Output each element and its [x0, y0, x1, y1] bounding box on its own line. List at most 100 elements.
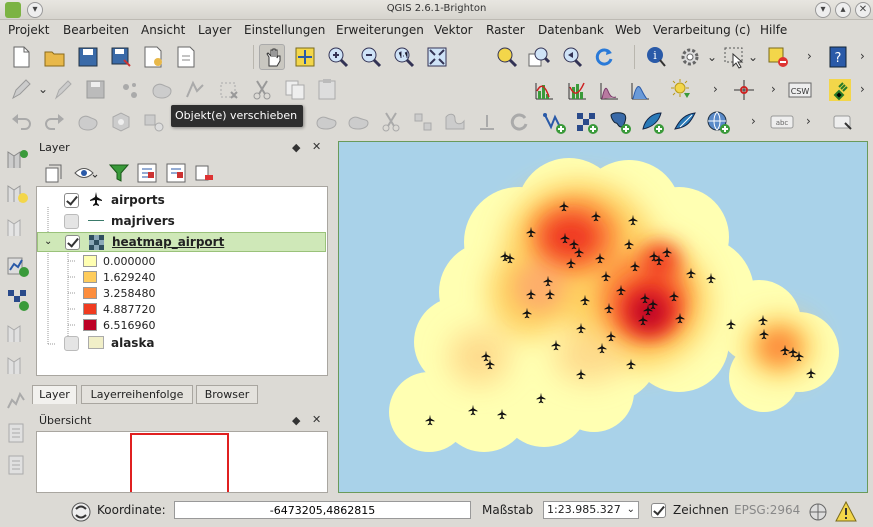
- add-wms-layer-icon[interactable]: [705, 109, 731, 135]
- add-spatialite-icon[interactable]: [4, 320, 30, 346]
- offset-curve-icon[interactable]: [346, 109, 372, 135]
- label-tool-icon[interactable]: abc: [769, 109, 795, 135]
- add-raster-icon[interactable]: [4, 180, 30, 206]
- rotate-point-icon[interactable]: [506, 109, 532, 135]
- undo-icon[interactable]: [8, 109, 34, 135]
- collapse-all-icon[interactable]: [163, 160, 186, 183]
- save-as-icon[interactable]: [108, 44, 134, 70]
- add-group-icon[interactable]: [40, 160, 62, 183]
- add-oracle-layer-icon[interactable]: [4, 352, 30, 378]
- menu-datenbank[interactable]: Datenbank: [538, 23, 604, 37]
- overview-map[interactable]: [36, 431, 328, 493]
- zoom-native-icon[interactable]: [391, 44, 417, 70]
- add-gpx-layer-icon[interactable]: [4, 420, 30, 446]
- menu-verarbeitung[interactable]: Verarbeitung (c): [653, 23, 751, 37]
- toggle-edit-icon[interactable]: [50, 77, 76, 103]
- zoom-to-layer-icon[interactable]: [526, 44, 552, 70]
- edit-pencil-icon[interactable]: [8, 77, 34, 103]
- add-raster-layer-icon[interactable]: [573, 109, 599, 135]
- label-move-icon[interactable]: [831, 109, 857, 135]
- identify-icon[interactable]: i: [644, 44, 670, 70]
- copy-features-icon[interactable]: [282, 77, 308, 103]
- render-checkbox[interactable]: [651, 503, 666, 518]
- brightness-sun-icon[interactable]: [668, 77, 694, 103]
- add-wms-raster-icon[interactable]: [4, 286, 30, 312]
- action-gear-icon[interactable]: [677, 44, 703, 70]
- reshape-icon[interactable]: [314, 109, 340, 135]
- add-part-icon[interactable]: [141, 109, 167, 135]
- tab-browser[interactable]: Browser: [196, 385, 258, 404]
- zoom-out-icon[interactable]: [358, 44, 384, 70]
- raster-stretch-icon[interactable]: [596, 77, 622, 103]
- edit-chevron-down-icon[interactable]: ⌄: [38, 82, 48, 96]
- simplify-feature-icon[interactable]: [75, 109, 101, 135]
- select-features-icon[interactable]: [721, 44, 747, 70]
- map-canvas[interactable]: [338, 141, 868, 493]
- new-project-icon[interactable]: [8, 44, 34, 70]
- layer-checkbox-alaska[interactable]: [64, 336, 79, 351]
- menu-projekt[interactable]: Projekt: [8, 23, 49, 37]
- layer-checkbox-majrivers[interactable]: [64, 214, 79, 229]
- help-icon[interactable]: ?: [825, 44, 851, 70]
- toolbar2-mid-more-icon[interactable]: ›: [771, 82, 776, 96]
- tab-layer-order[interactable]: Layerreihenfolge: [81, 385, 193, 404]
- scale-combobox[interactable]: 1:23.985.327 ⌄: [543, 501, 639, 519]
- new-print-composer-icon[interactable]: [140, 44, 166, 70]
- zoom-full-icon[interactable]: [424, 44, 450, 70]
- collapse-chevron-icon[interactable]: ⌄: [44, 236, 52, 247]
- select-chevron-down-icon[interactable]: ⌄: [748, 50, 758, 64]
- add-spatialite-layer-icon[interactable]: [639, 109, 665, 135]
- refresh-icon[interactable]: [591, 44, 617, 70]
- filter-legend-icon[interactable]: [106, 160, 130, 182]
- add-virtual-layer-icon[interactable]: [4, 388, 30, 414]
- menu-ansicht[interactable]: Ansicht: [141, 23, 185, 37]
- zoom-to-selection-icon[interactable]: [494, 44, 520, 70]
- plugin-plug-icon[interactable]: [827, 77, 853, 103]
- new-shapefile-icon[interactable]: [4, 252, 30, 278]
- close-button[interactable]: ✕: [855, 2, 871, 18]
- menu-hilfe[interactable]: Hilfe: [760, 23, 787, 37]
- toolbar3-more-icon[interactable]: ›: [751, 114, 756, 128]
- menu-bearbeiten[interactable]: Bearbeiten: [63, 23, 129, 37]
- warning-icon[interactable]: [833, 499, 857, 522]
- delete-selected-icon[interactable]: [216, 77, 242, 103]
- add-polygon-icon[interactable]: [149, 77, 175, 103]
- maximize-button[interactable]: ▴: [835, 2, 851, 18]
- deselect-all-icon[interactable]: [765, 44, 791, 70]
- overview-panel-close-icon[interactable]: ✕: [312, 413, 321, 426]
- raster-histogram-full-icon[interactable]: [531, 77, 557, 103]
- zoom-last-icon[interactable]: [559, 44, 585, 70]
- add-postgis-layer-icon[interactable]: [606, 109, 632, 135]
- add-db-layer-icon[interactable]: [4, 452, 30, 478]
- tab-layer[interactable]: Layer: [32, 385, 77, 404]
- layer-checkbox-heatmap-airport[interactable]: [65, 235, 80, 250]
- split-features-icon[interactable]: [378, 109, 404, 135]
- minimize-button[interactable]: ▾: [815, 2, 831, 18]
- crs-status[interactable]: EPSG:2964: [734, 503, 800, 517]
- save-project-icon[interactable]: [75, 44, 101, 70]
- paste-features-icon[interactable]: [314, 77, 340, 103]
- toolbar2-end-more-icon[interactable]: ›: [860, 82, 865, 96]
- raster-histogram-local-icon[interactable]: [564, 77, 590, 103]
- save-edits-icon[interactable]: [83, 77, 109, 103]
- crosshair-icon[interactable]: [731, 77, 757, 103]
- overview-panel-float-icon[interactable]: ◆: [292, 414, 300, 427]
- menu-raster[interactable]: Raster: [486, 23, 525, 37]
- expand-all-icon[interactable]: [134, 160, 157, 183]
- zoom-in-icon[interactable]: [325, 44, 351, 70]
- layers-panel-close-icon[interactable]: ✕: [312, 140, 321, 153]
- manage-visibility-icon[interactable]: [73, 160, 99, 182]
- layer-row-heatmap-airport[interactable]: ⌄ heatmap_airport: [37, 232, 326, 252]
- menu-einstellungen[interactable]: Einstellungen: [244, 23, 325, 37]
- layers-panel-float-icon[interactable]: ◆: [292, 141, 300, 154]
- menu-vektor[interactable]: Vektor: [434, 23, 473, 37]
- add-delimited-layer-icon[interactable]: [4, 214, 30, 240]
- redo-icon[interactable]: [42, 109, 68, 135]
- pan-to-selection-icon[interactable]: [292, 44, 318, 70]
- toolbar2-more-icon[interactable]: ›: [713, 82, 718, 96]
- remove-layer-icon[interactable]: [191, 160, 213, 182]
- layer-row-majrivers[interactable]: majrivers: [37, 211, 327, 231]
- coordinate-field[interactable]: [174, 501, 471, 519]
- toolbar1-end-more-icon[interactable]: ›: [860, 49, 865, 63]
- move-feature-icon[interactable]: [183, 77, 209, 103]
